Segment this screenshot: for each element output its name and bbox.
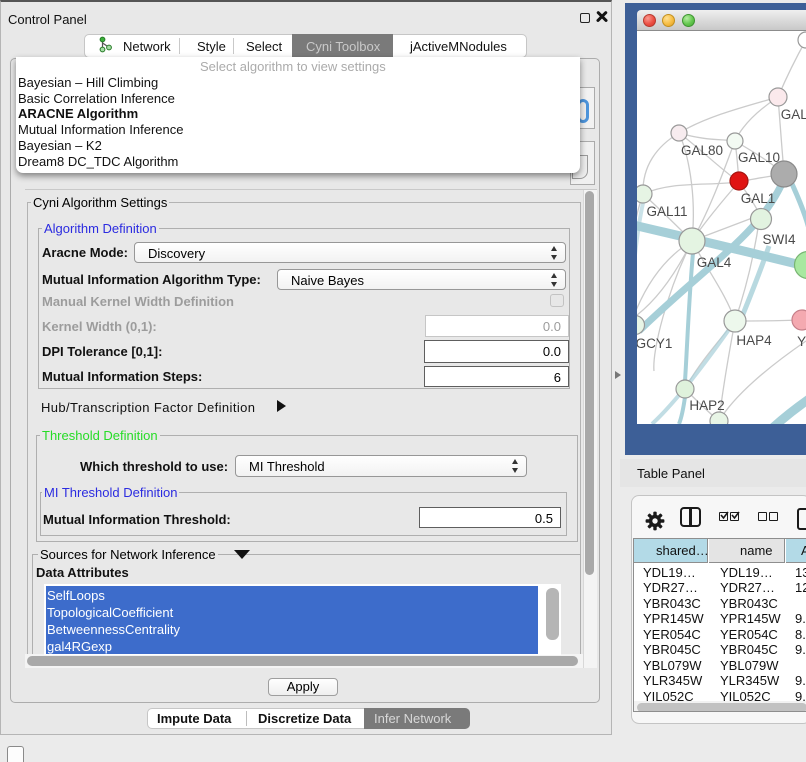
svg-text:HAP2: HAP2 bbox=[689, 398, 724, 413]
svg-text:GCY1: GCY1 bbox=[637, 336, 672, 351]
svg-text:SWI4: SWI4 bbox=[762, 232, 795, 247]
svg-text:HAP4: HAP4 bbox=[736, 333, 772, 348]
svg-text:GAL11: GAL11 bbox=[646, 204, 687, 219]
svg-text:GAL7: GAL7 bbox=[781, 107, 806, 122]
svg-text:GAL10: GAL10 bbox=[738, 150, 780, 165]
svg-text:GAL4: GAL4 bbox=[697, 255, 732, 270]
svg-text:GAL80: GAL80 bbox=[681, 143, 723, 158]
svg-text:GAL1: GAL1 bbox=[741, 191, 776, 206]
svg-text:YJ: YJ bbox=[797, 334, 806, 349]
